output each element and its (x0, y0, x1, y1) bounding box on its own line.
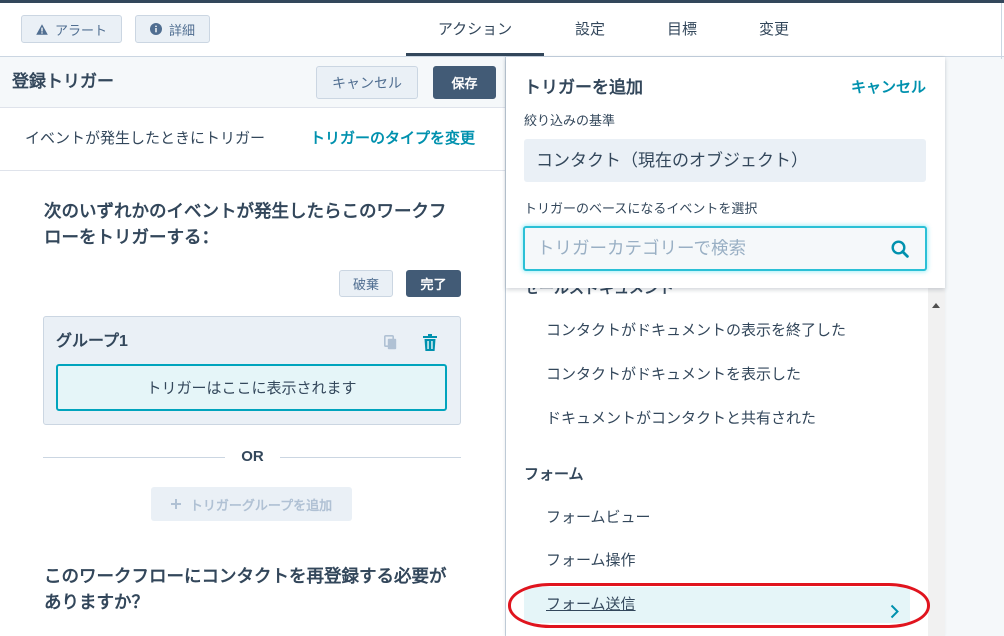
or-divider-label: OR (241, 448, 264, 465)
copy-icon[interactable] (384, 335, 397, 355)
tab-label: 設定 (574, 20, 605, 38)
object-type-select[interactable]: コンタクト（現在のオブジェクト） (524, 139, 926, 182)
list-item-label: コンタクトがドキュメントの表示を終了した (546, 322, 847, 339)
trigger-type-row: イベントが発生したときにトリガー トリガーのタイプを変更 (0, 108, 505, 171)
list-scrollbar[interactable] (928, 288, 945, 636)
info-icon (149, 23, 162, 35)
list-item-form-submission[interactable]: フォーム送信 (524, 587, 910, 623)
change-trigger-type-link[interactable]: トリガーのタイプを変更 (310, 108, 475, 170)
list-item-label: フォームビュー (546, 509, 651, 526)
save-button[interactable]: 保存 (433, 66, 496, 99)
list-item-label: ドキュメントがコンタクトと共有された (546, 410, 817, 427)
window-edge-divider (1001, 3, 1002, 59)
trigger-placeholder-text: トリガーはここに表示されます (146, 380, 357, 397)
discard-button[interactable]: 破棄 (339, 270, 393, 297)
list-item[interactable]: フォーム操作 (524, 543, 910, 579)
list-item[interactable]: ドキュメントがコンタクトと共有された (524, 401, 910, 437)
add-trigger-title: トリガーを追加 (524, 78, 643, 97)
tab-goals[interactable]: 目標 (636, 3, 728, 56)
reenroll-question: このワークフローにコンタクトを再登録する必要がありますか？ (44, 566, 447, 612)
cancel-button[interactable]: キャンセル (316, 66, 418, 99)
tab-label: 目標 (666, 20, 697, 38)
add-trigger-cancel-link[interactable]: キャンセル (851, 76, 926, 100)
add-trigger-group-label: トリガーグループを追加 (189, 497, 333, 513)
filter-label: 絞り込みの基準 (524, 113, 616, 128)
trigger-placeholder-slot[interactable]: トリガーはここに表示されます (56, 364, 447, 411)
list-item-label: フォーム操作 (546, 552, 636, 569)
chevron-right-icon (890, 597, 899, 633)
list-item[interactable]: コンタクトがドキュメントの表示を終了した (524, 313, 910, 349)
search-input[interactable] (525, 228, 885, 269)
tab-settings[interactable]: 設定 (544, 3, 636, 56)
search-icon[interactable] (891, 240, 909, 263)
or-divider-left (43, 457, 225, 458)
done-button[interactable]: 完了 (406, 270, 461, 297)
category-header-sales-documents: セールスドキュメント (524, 288, 675, 297)
list-item[interactable]: フォームビュー (524, 500, 910, 536)
group-title: グループ1 (56, 333, 128, 350)
add-trigger-group-button[interactable]: トリガーグループを追加 (151, 487, 352, 521)
plus-icon (170, 499, 181, 509)
add-trigger-panel: トリガーを追加 キャンセル 絞り込みの基準 コンタクト（現在のオブジェクト） ト… (506, 57, 945, 636)
top-navigation-bar: アラート 詳細 アクション 設定 目標 変更 (0, 0, 1004, 59)
list-item[interactable]: コンタクトがドキュメントを表示した (524, 357, 910, 393)
tab-label: 変更 (758, 20, 789, 38)
details-button[interactable]: 詳細 (135, 15, 210, 43)
criteria-heading: 次のいずれかのイベントが発生したらこのワークフローをトリガーする： (44, 201, 447, 247)
arrow-up-icon[interactable] (932, 295, 940, 313)
add-trigger-header-card: トリガーを追加 キャンセル 絞り込みの基準 コンタクト（現在のオブジェクト） ト… (506, 57, 945, 288)
tab-label: アクション (437, 20, 513, 38)
panel-header: 登録トリガー キャンセル 保存 (0, 57, 505, 108)
tab-changes[interactable]: 変更 (728, 3, 820, 56)
alerts-button[interactable]: アラート (21, 15, 122, 43)
alerts-button-label: アラート (54, 22, 107, 38)
warning-icon (36, 23, 48, 35)
or-divider-right (280, 457, 461, 458)
list-item-label: コンタクトがドキュメントを表示した (546, 366, 802, 383)
enrollment-trigger-panel: 登録トリガー キャンセル 保存 イベントが発生したときにトリガー トリガーのタイ… (0, 57, 506, 636)
tab-actions[interactable]: アクション (406, 3, 544, 56)
trigger-type-text: イベントが発生したときにトリガー (25, 130, 266, 147)
trigger-category-list: セールスドキュメント コンタクトがドキュメントの表示を終了した コンタクトがドキ… (506, 288, 928, 636)
trigger-category-search (523, 226, 927, 271)
panel-title: 登録トリガー (12, 72, 114, 91)
list-item-label: フォーム送信 (546, 596, 636, 613)
event-select-label: トリガーのベースになるイベントを選択 (524, 201, 758, 216)
trash-icon[interactable] (423, 334, 437, 356)
category-header-forms: フォーム (524, 466, 584, 483)
trigger-group-1: グループ1 トリガーはここに表示されます (43, 316, 461, 425)
details-button-label: 詳細 (168, 22, 195, 38)
